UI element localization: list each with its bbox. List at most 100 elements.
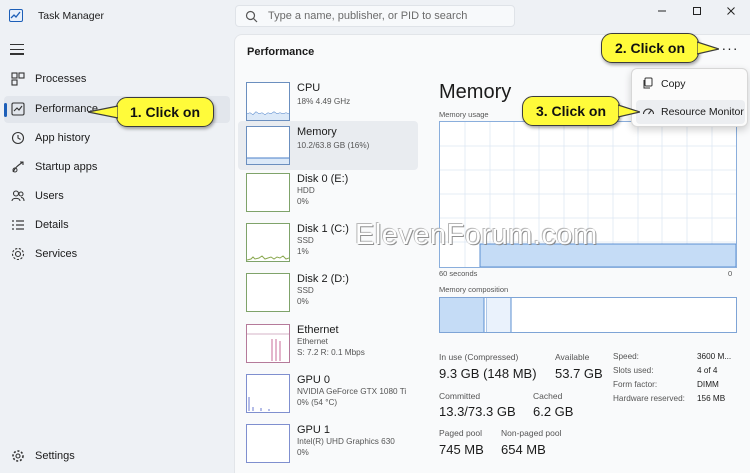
callout-step-3: 3. Click on [522,96,620,126]
startup-icon [12,161,24,173]
sidebar-item-label: App history [35,132,91,144]
graph-axis-left-label: 60 seconds [439,269,478,278]
sidebar-item-settings[interactable]: Settings [4,443,230,470]
in-use-label: In use (Compressed) [439,352,519,362]
task-manager-app-icon [9,9,23,22]
close-button[interactable] [714,0,748,22]
spec-label: Form factor: [613,380,658,389]
sidebar-item-label: Settings [35,450,75,462]
details-icon [12,220,24,230]
sidebar-item-users[interactable]: Users [4,183,230,210]
services-icon [11,247,25,261]
sidebar-item-label: Services [35,248,78,260]
page-title: Performance [247,46,315,58]
gpu-0-thumbnail-graph [246,374,290,413]
search-box[interactable] [235,5,515,27]
close-icon [727,7,735,15]
cpu-thumbnail-graph [246,82,290,121]
menu-item-copy[interactable]: Copy [636,72,745,96]
app-title: Task Manager [38,10,104,22]
resource-detail: S: 7.2 R: 0.1 Mbps [297,348,365,357]
sidebar-item-label: Processes [35,73,87,85]
spec-value: 156 MB [697,394,726,403]
performance-icon [11,102,25,116]
resource-item-disk-0[interactable]: Disk 0 (E:) HDD 0% [238,168,418,217]
resource-item-gpu-0[interactable]: GPU 0 NVIDIA GeForce GTX 1080 Ti 0% (54 … [238,369,418,418]
disk-1-thumbnail-graph [246,223,290,262]
resource-name: GPU 1 [297,424,331,436]
non-paged-pool-label: Non-paged pool [501,428,562,438]
cached-label: Cached [533,391,563,401]
sidebar-item-label: Startup apps [35,161,98,173]
spec-value: 3600 M... [697,352,732,361]
callout-step-1: 1. Click on [116,97,214,127]
memory-composition-bar [439,297,737,333]
resource-item-gpu-1[interactable]: GPU 1 Intel(R) UHD Graphics 630 0% [238,419,418,468]
settings-gear-icon [12,450,24,462]
hamburger-menu-icon[interactable] [10,44,24,56]
disk-2-thumbnail-graph [246,273,290,312]
watermark: ElevenForum.com [355,219,598,251]
resource-detail: 0% (54 °C) [297,398,338,407]
search-icon [245,10,258,23]
spec-value: DIMM [697,380,719,389]
resource-item-disk-2[interactable]: Disk 2 (D:) SSD 0% [238,268,418,317]
resource-detail: Ethernet [297,337,328,346]
maximize-icon [693,7,701,15]
spec-value: 4 of 4 [697,366,718,375]
sidebar-item-services[interactable]: Services [4,241,230,268]
resource-detail: SSD [297,286,314,295]
committed-label: Committed [439,391,481,401]
resource-item-cpu[interactable]: CPU 18% 4.49 GHz [238,77,418,126]
sidebar-item-startup-apps[interactable]: Startup apps [4,154,230,181]
resource-name: Disk 2 (D:) [297,273,349,285]
callout-2-pointer [697,41,719,55]
resource-name: Disk 0 (E:) [297,173,349,185]
sidebar-item-details[interactable]: Details [4,212,230,239]
callout-3-pointer [618,104,640,118]
spec-label: Hardware reserved: [613,394,685,403]
resource-detail: 0% [297,297,309,306]
resource-detail: HDD [297,186,315,195]
more-options-button[interactable]: ··· [715,39,745,61]
processes-icon [11,72,25,86]
menu-item-resource-monitor[interactable]: Resource Monitor [636,100,745,124]
minimize-icon [658,10,666,12]
menu-item-label: Copy [661,78,686,90]
more-options-menu: Copy Resource Monitor [631,68,748,127]
sidebar-item-processes[interactable]: Processes [4,66,230,93]
active-indicator [4,103,7,117]
callout-1-pointer [88,105,118,119]
spec-label: Slots used: [613,366,654,375]
committed-value: 13.3/73.3 GB [439,404,516,419]
history-icon [11,131,25,145]
memory-heading: Memory [439,81,512,103]
resource-detail: SSD [297,236,314,245]
memory-thumbnail-graph [246,126,290,165]
resource-detail: 18% 4.49 GHz [297,97,351,106]
resource-name: CPU [297,82,321,94]
resource-name: Ethernet [297,324,339,336]
resource-detail: NVIDIA GeForce GTX 1080 Ti [297,387,407,396]
paged-pool-value: 745 MB [439,442,484,457]
spec-label: Speed: [613,352,639,361]
resource-item-memory[interactable]: Memory 10.2/63.8 GB (16%) [238,121,418,170]
resource-item-ethernet[interactable]: Ethernet Ethernet S: 7.2 R: 0.1 Mbps [238,319,418,368]
copy-icon [643,77,653,89]
resource-monitor-icon [642,108,655,115]
gpu-1-thumbnail-graph [246,424,290,463]
graph-axis-right-label: 0 [728,269,733,278]
title-bar: Task Manager [0,0,750,34]
available-label: Available [555,352,590,362]
resource-detail: Intel(R) UHD Graphics 630 [297,437,395,446]
resource-detail: 0% [297,197,309,206]
non-paged-pool-value: 654 MB [501,442,546,457]
resource-detail: 0% [297,448,309,457]
available-value: 53.7 GB [555,366,603,381]
maximize-button[interactable] [680,0,714,22]
search-input[interactable] [268,8,508,24]
minimize-button[interactable] [645,0,679,22]
users-icon [11,190,25,202]
sidebar-item-label: Details [35,219,69,231]
sidebar-item-app-history[interactable]: App history [4,125,230,152]
